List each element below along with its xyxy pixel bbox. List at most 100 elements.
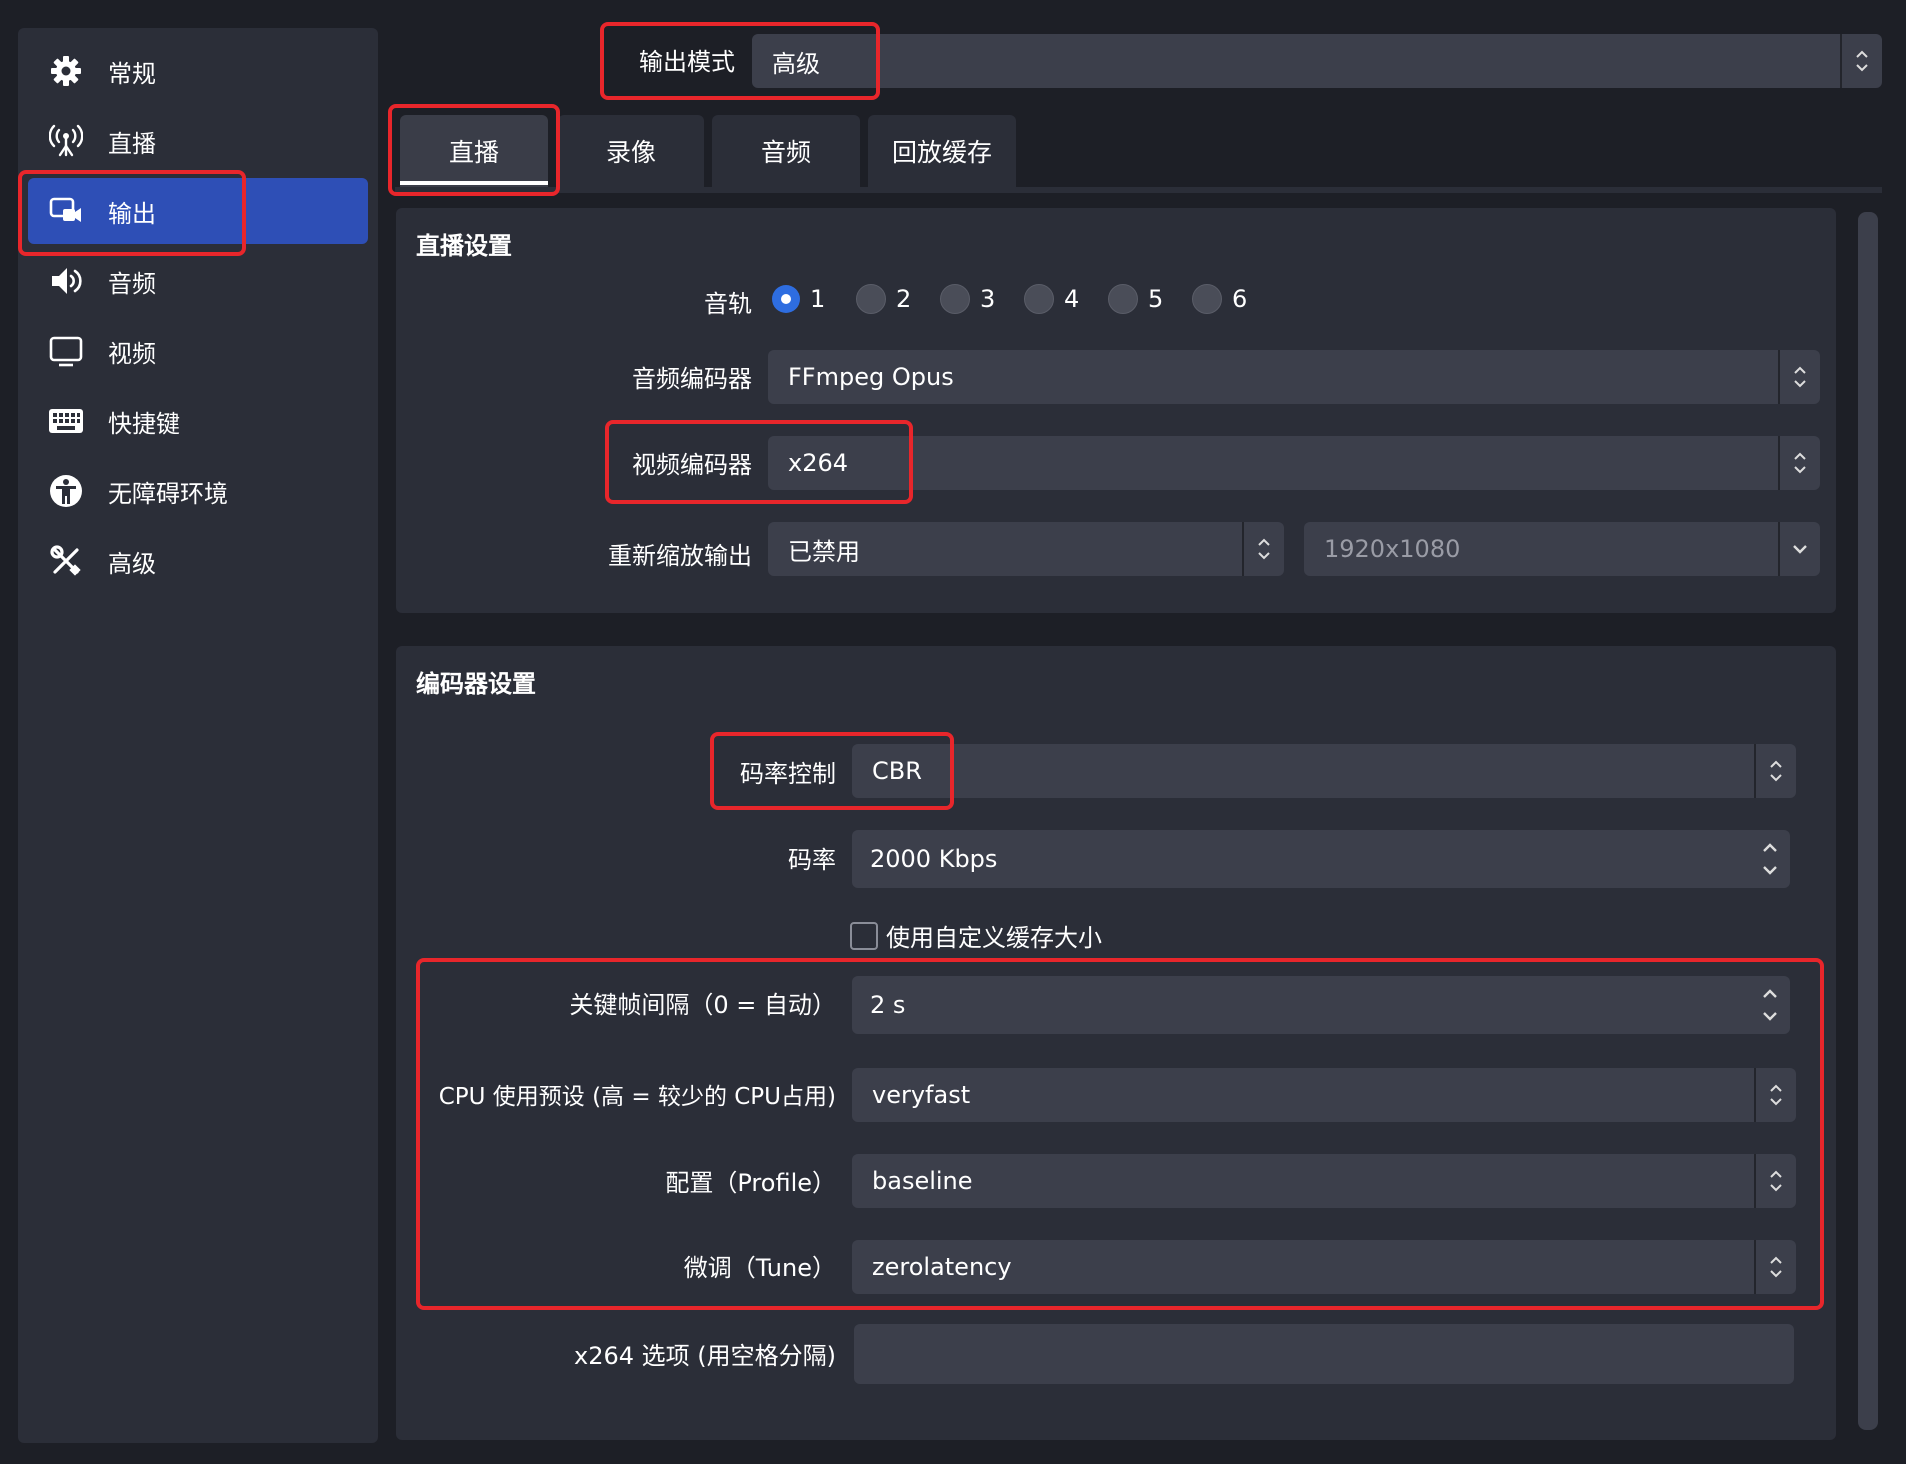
radio-button[interactable] [1192,284,1222,314]
audio-track-label: 音轨 [704,290,752,318]
tab-bar-baseline [395,187,1882,193]
sidebar-item-output[interactable]: 输出 [28,178,368,244]
updown-icon [1754,1068,1796,1122]
sidebar-item-advanced[interactable]: 高级 [28,528,368,594]
tab-audio[interactable]: 音频 [712,115,860,187]
sidebar-item-accessibility[interactable]: 无障碍环境 [28,458,368,524]
output-icon [48,193,84,229]
audio-track-option-2[interactable]: 2 [856,284,940,314]
updown-icon [1778,350,1820,404]
keyframe-interval-spinbox[interactable]: 2 s [852,976,1790,1034]
rate-control-label: 码率控制 [740,760,836,788]
tune-select[interactable]: zerolatency [852,1240,1796,1294]
x264-options-label: x264 选项 (用空格分隔) [574,1342,836,1370]
tab-label: 音频 [760,138,811,167]
tools-icon [48,543,84,579]
sidebar-item-hotkeys[interactable]: 快捷键 [28,388,368,454]
tab-replay-buffer[interactable]: 回放缓存 [868,115,1016,187]
radio-button[interactable] [1024,284,1054,314]
cpu-preset-select[interactable]: veryfast [852,1068,1796,1122]
antenna-icon [48,123,84,159]
radio-button[interactable] [772,285,800,313]
keyframe-interval-value: 2 s [870,991,906,1019]
radio-label: 5 [1148,285,1164,313]
output-mode-select[interactable]: 高级 [752,34,1882,88]
radio-label: 3 [980,285,996,313]
profile-select[interactable]: baseline [852,1154,1796,1208]
sidebar-item-label: 直播 [108,129,156,158]
custom-buffer-checkbox[interactable] [850,921,878,950]
updown-icon [1750,976,1790,1034]
bitrate-value: 2000 Kbps [870,845,998,873]
monitor-icon [48,333,84,369]
radio-label: 6 [1232,285,1248,313]
audio-track-radio-group: 1 2 3 4 5 6 [772,284,1276,314]
bitrate-spinbox[interactable]: 2000 Kbps [852,830,1790,888]
audio-encoder-value: FFmpeg Opus [788,363,954,391]
tune-value: zerolatency [872,1253,1012,1281]
audio-track-option-3[interactable]: 3 [940,284,1024,314]
updown-icon [1778,436,1820,490]
rescale-output-label: 重新缩放输出 [608,542,752,570]
rescale-output-select[interactable]: 已禁用 [768,522,1284,576]
active-tab-underline [400,181,548,185]
custom-buffer-row[interactable]: 使用自定义缓存大小 [850,918,1102,953]
sidebar-item-label: 输出 [108,199,156,228]
sidebar-item-label: 视频 [108,339,156,368]
sidebar-item-label: 常规 [108,59,156,88]
radio-button[interactable] [856,284,886,314]
sidebar-item-label: 无障碍环境 [108,479,228,508]
sidebar-item-stream[interactable]: 直播 [28,108,368,174]
tune-label: 微调（Tune） [683,1254,836,1282]
audio-encoder-label: 音频编码器 [632,365,752,393]
rescale-resolution-value: 1920x1080 [1324,535,1461,563]
video-encoder-select[interactable]: x264 [768,436,1820,490]
audio-track-option-4[interactable]: 4 [1024,284,1108,314]
gear-icon [48,53,84,89]
radio-label: 1 [810,285,826,313]
updown-icon [1754,1240,1796,1294]
profile-value: baseline [872,1167,973,1195]
keyboard-icon [48,403,84,439]
profile-label: 配置（Profile） [665,1169,836,1197]
chevron-down-icon [1778,522,1820,576]
keyframe-interval-label: 关键帧间隔（0 = 自动） [569,991,836,1019]
speaker-icon [48,263,84,299]
audio-encoder-select[interactable]: FFmpeg Opus [768,350,1820,404]
encoder-settings-title: 编码器设置 [416,670,536,698]
tab-label: 直播 [448,138,499,167]
updown-icon [1750,830,1790,888]
x264-options-input[interactable] [854,1324,1794,1384]
video-encoder-label: 视频编码器 [632,451,752,479]
audio-track-option-5[interactable]: 5 [1108,284,1192,314]
sidebar-item-label: 音频 [108,269,156,298]
tab-label: 录像 [605,138,656,167]
updown-icon [1242,522,1284,576]
updown-icon [1840,34,1882,88]
sidebar-item-label: 快捷键 [108,409,180,438]
custom-buffer-label: 使用自定义缓存大小 [886,924,1102,952]
sidebar-item-audio[interactable]: 音频 [28,248,368,314]
rate-control-select[interactable]: CBR [852,744,1796,798]
tab-recording[interactable]: 录像 [558,115,704,187]
sidebar-item-label: 高级 [108,549,156,578]
updown-icon [1754,1154,1796,1208]
updown-icon [1754,744,1796,798]
stream-settings-title: 直播设置 [416,232,512,260]
rescale-resolution-combo[interactable]: 1920x1080 [1304,522,1820,576]
tab-stream[interactable]: 直播 [400,115,548,187]
cpu-preset-label: CPU 使用预设 (高 = 较少的 CPU占用) [438,1084,836,1110]
audio-track-option-1[interactable]: 1 [772,285,856,313]
output-mode-value: 高级 [772,49,820,78]
scrollbar[interactable] [1858,212,1878,1430]
sidebar-item-general[interactable]: 常规 [28,38,368,104]
radio-button[interactable] [1108,284,1138,314]
audio-track-option-6[interactable]: 6 [1192,284,1276,314]
rate-control-value: CBR [872,757,922,785]
radio-button[interactable] [940,284,970,314]
radio-label: 4 [1064,285,1080,313]
cpu-preset-value: veryfast [872,1081,971,1109]
rescale-output-value: 已禁用 [788,537,860,566]
bitrate-label: 码率 [788,846,836,874]
sidebar-item-video[interactable]: 视频 [28,318,368,384]
